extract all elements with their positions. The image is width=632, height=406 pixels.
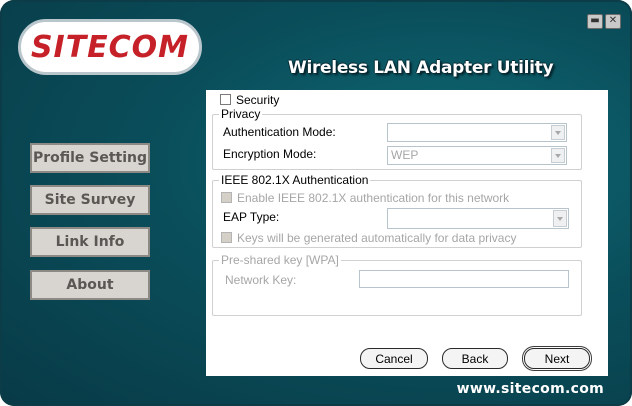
psk-group: Pre-shared key [WPA] Network Key: bbox=[212, 253, 582, 316]
network-key-input[interactable] bbox=[359, 270, 569, 288]
minimize-icon: ▬ bbox=[590, 15, 600, 26]
nav-profile-setting[interactable]: Profile Setting bbox=[30, 143, 150, 173]
minimize-button[interactable]: ▬ bbox=[587, 14, 603, 29]
ieee-legend: IEEE 802.1X Authentication bbox=[219, 173, 371, 187]
enable-8021x-label: Enable IEEE 802.1X authentication for th… bbox=[237, 191, 510, 205]
ieee-8021x-group: IEEE 802.1X Authentication Enable IEEE 8… bbox=[212, 173, 582, 248]
nav-link-info[interactable]: Link Info bbox=[30, 227, 150, 257]
chevron-down-icon bbox=[553, 210, 567, 227]
app-window: ▬ ✕ SITECOM Wireless LAN Adapter Utility… bbox=[0, 0, 632, 406]
network-key-label: Network Key: bbox=[225, 273, 297, 287]
privacy-group: Privacy Authentication Mode: Encryption … bbox=[212, 107, 582, 170]
auto-keys-checkbox[interactable] bbox=[221, 232, 232, 243]
cancel-button[interactable]: Cancel bbox=[360, 348, 428, 369]
security-panel: Security Privacy Authentication Mode: En… bbox=[206, 90, 608, 376]
privacy-legend: Privacy bbox=[219, 107, 263, 121]
close-icon: ✕ bbox=[608, 15, 618, 26]
back-button[interactable]: Back bbox=[442, 348, 508, 369]
app-title: Wireless LAN Adapter Utility bbox=[288, 58, 554, 78]
footer-url: www.sitecom.com bbox=[456, 381, 604, 397]
nav-about[interactable]: About bbox=[30, 270, 150, 300]
psk-legend: Pre-shared key [WPA] bbox=[219, 253, 341, 267]
logo-text: SITECOM bbox=[30, 29, 190, 65]
auto-keys-label: Keys will be generated automatically for… bbox=[237, 231, 517, 245]
enable-8021x-checkbox[interactable] bbox=[221, 192, 232, 203]
nav-site-survey[interactable]: Site Survey bbox=[30, 185, 150, 215]
close-button[interactable]: ✕ bbox=[605, 14, 621, 29]
next-button[interactable]: Next bbox=[524, 348, 590, 369]
sitecom-logo: SITECOM bbox=[18, 19, 202, 75]
encryption-mode-value: WEP bbox=[391, 148, 419, 162]
auth-mode-label: Authentication Mode: bbox=[223, 125, 336, 139]
chevron-down-icon bbox=[551, 125, 565, 140]
chevron-down-icon bbox=[551, 148, 565, 163]
encryption-mode-select[interactable]: WEP bbox=[387, 146, 567, 165]
eap-type-label: EAP Type: bbox=[223, 210, 280, 224]
encryption-mode-label: Encryption Mode: bbox=[223, 147, 317, 161]
security-label: Security bbox=[236, 93, 280, 107]
auth-mode-select[interactable] bbox=[387, 123, 567, 142]
eap-type-select[interactable] bbox=[387, 208, 569, 229]
security-checkbox[interactable] bbox=[220, 94, 231, 105]
